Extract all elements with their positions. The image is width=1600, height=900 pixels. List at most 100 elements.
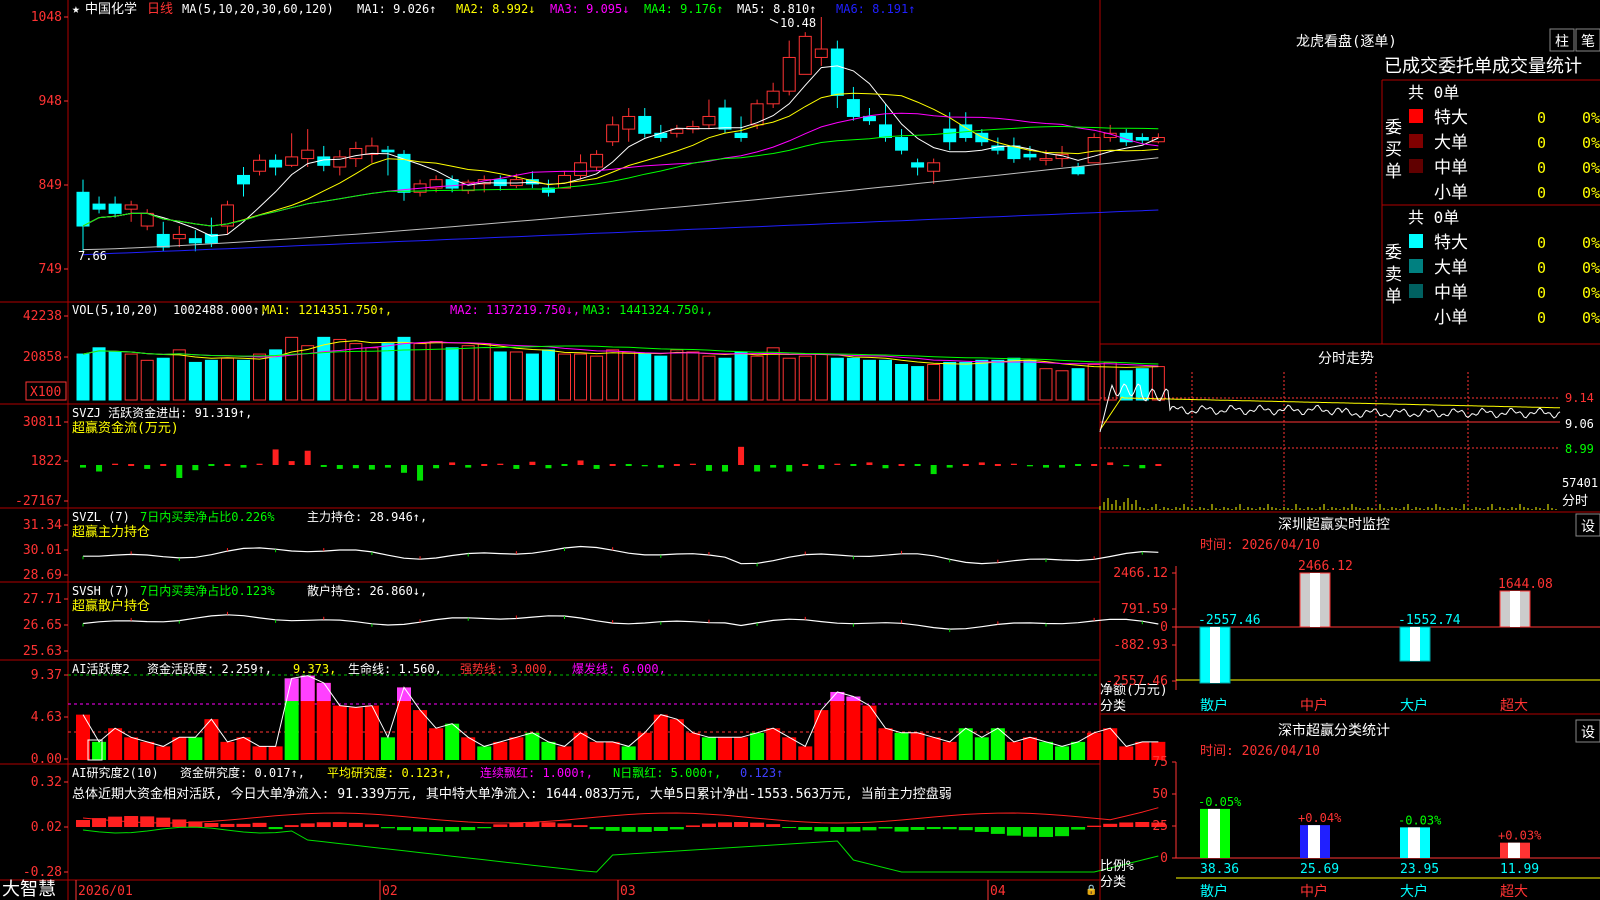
lock-icon[interactable]: 🔒 xyxy=(1085,884,1097,896)
sz-monitor-settings-label[interactable]: 设 xyxy=(1581,519,1595,535)
buy-row-label-0: 特大 xyxy=(1434,108,1468,128)
sz-class-change-2: -0.03% xyxy=(1398,813,1442,827)
ai2-extra: 0.123↑ xyxy=(740,766,783,780)
fund-flow-bar xyxy=(657,465,664,468)
fund-flow-bar xyxy=(914,464,921,466)
holding-line xyxy=(82,614,1159,630)
research-bar xyxy=(493,824,508,827)
candlestick-chart[interactable] xyxy=(76,17,1165,256)
candle-body xyxy=(1071,166,1085,175)
activity-bar xyxy=(477,746,492,760)
candle-body xyxy=(1135,137,1149,141)
volume-bar xyxy=(911,366,925,401)
buy-row-count-2: 0 xyxy=(1537,159,1546,177)
price-yticks-tick-1: 948 xyxy=(39,94,62,109)
volume-bar xyxy=(220,357,234,401)
ma-line-1 xyxy=(82,65,1159,237)
research-bar xyxy=(140,816,155,827)
sell-row-pct-1: 0% xyxy=(1582,259,1600,277)
fund-flow-bar xyxy=(320,465,327,467)
candle-body xyxy=(253,159,267,172)
fund-flow-bar xyxy=(1043,465,1049,468)
research-bar xyxy=(685,825,700,827)
sell-side-char-2: 单 xyxy=(1385,287,1402,307)
volume-chart[interactable] xyxy=(76,336,1165,401)
svsh-chart[interactable] xyxy=(82,611,1159,633)
sz-class-cat-1: 中户 xyxy=(1300,883,1328,900)
ai-label: AI活跃度2 xyxy=(72,661,130,676)
sz-class-chart[interactable]: 75 50 25 0 -0.05% 38.36 散户 +0.04% 25.69 中户 -0.03% 2… xyxy=(1152,755,1600,900)
svzl-chart[interactable] xyxy=(82,545,1159,567)
candle-body xyxy=(188,238,202,244)
intraday-title: 分时走势 xyxy=(1318,351,1374,367)
ma-value-1: MA1: 9.026↑ xyxy=(357,2,436,16)
fund-flow-bar xyxy=(368,465,375,470)
research-bar xyxy=(814,827,829,832)
activity-bar xyxy=(493,741,508,760)
ai2-chart[interactable] xyxy=(76,807,1166,873)
sz-monitor-tick-2: 0 xyxy=(1160,620,1168,635)
sz-class-value-2: 23.95 xyxy=(1400,862,1439,877)
tick-mode-button-label[interactable]: 笔 xyxy=(1581,34,1595,50)
research-bar xyxy=(846,827,861,832)
fund-flow-bar xyxy=(786,465,793,472)
sz-class-bar-hl-2 xyxy=(1408,827,1420,858)
candle-body xyxy=(156,233,170,248)
candle-body xyxy=(943,128,957,143)
sz-monitor-bar-hl-2 xyxy=(1410,627,1420,661)
fund-flow-bar xyxy=(1107,462,1114,465)
sz-class-settings-label[interactable]: 设 xyxy=(1581,725,1595,741)
period-label[interactable]: 日线 xyxy=(147,2,173,17)
buy-swatch-0 xyxy=(1409,109,1423,123)
research-bar xyxy=(236,823,251,827)
sell-swatch-2 xyxy=(1409,284,1423,298)
research-bar xyxy=(910,827,925,830)
sz-monitor-value-1: 2466.12 xyxy=(1298,559,1353,574)
activity-bar xyxy=(252,746,267,760)
research-bar xyxy=(220,823,235,827)
activity-bar xyxy=(445,723,460,760)
sz-monitor-tick-1: 791.59 xyxy=(1121,602,1168,617)
volume-bar xyxy=(830,357,844,401)
volume-bar xyxy=(525,353,539,401)
activity-bar xyxy=(1022,737,1037,760)
research-bar xyxy=(477,827,492,829)
date-label-3: 04 xyxy=(990,884,1006,899)
fund-flow-bar xyxy=(112,463,119,465)
stock-name[interactable]: 中国化学 xyxy=(85,1,137,17)
sz-monitor-bar-hl-1 xyxy=(1310,573,1320,627)
sz-class-time: 时间: 2026/04/10 xyxy=(1200,744,1320,759)
vol-value-4: MA3: 1441324.750↓, xyxy=(583,303,713,317)
sz-monitor-bar-hl-3 xyxy=(1510,591,1520,627)
activity-bar xyxy=(718,737,732,760)
volume-bar xyxy=(317,336,331,401)
ai-value2: 9.373, xyxy=(293,662,336,676)
ma-value-2: MA2: 8.992↓ xyxy=(456,2,535,16)
svzj-yticks-tick-1: 1822 xyxy=(31,454,62,469)
fund-flow-bar xyxy=(994,464,1001,466)
svsh-ratio: 7日内买卖净占比0.123% xyxy=(140,583,275,598)
bar-mode-button-label[interactable]: 柱 xyxy=(1555,34,1569,50)
sz-monitor-cat-2: 大户 xyxy=(1400,697,1428,714)
svzj-chart[interactable] xyxy=(80,446,1162,481)
candle-body xyxy=(702,115,716,126)
volume-bar xyxy=(1055,370,1069,401)
candle-body xyxy=(1087,137,1101,164)
sz-monitor-chart[interactable]: 2466.12 791.59 0 -882.93 -2557.46 -2557.46 散户 2… xyxy=(1105,559,1600,714)
fund-flow-bar xyxy=(1059,465,1066,468)
volume-bar xyxy=(895,364,909,401)
fund-flow-bar xyxy=(545,465,552,469)
fund-flow-bar xyxy=(481,464,488,466)
svzl-yticks-tick-1: 30.01 xyxy=(23,543,62,558)
intraday-chart[interactable] xyxy=(1099,372,1561,510)
ai2-yticks-tick-0: 0.32 xyxy=(31,775,62,790)
svzl-holding: 主力持仓: 28.946↑, xyxy=(307,509,427,524)
candle-body xyxy=(76,191,90,227)
ma-value-4: MA4: 9.176↑ xyxy=(644,2,723,16)
ai-activity-chart[interactable] xyxy=(68,674,1166,761)
ai2-research: 资金研究度: 0.017↑, xyxy=(180,765,305,780)
fund-flow-bar xyxy=(930,465,937,475)
brand-logo: 大智慧 xyxy=(2,879,56,900)
stock-star-icon: ★ xyxy=(72,2,80,17)
vol-label: VOL(5,10,20) xyxy=(72,303,159,317)
